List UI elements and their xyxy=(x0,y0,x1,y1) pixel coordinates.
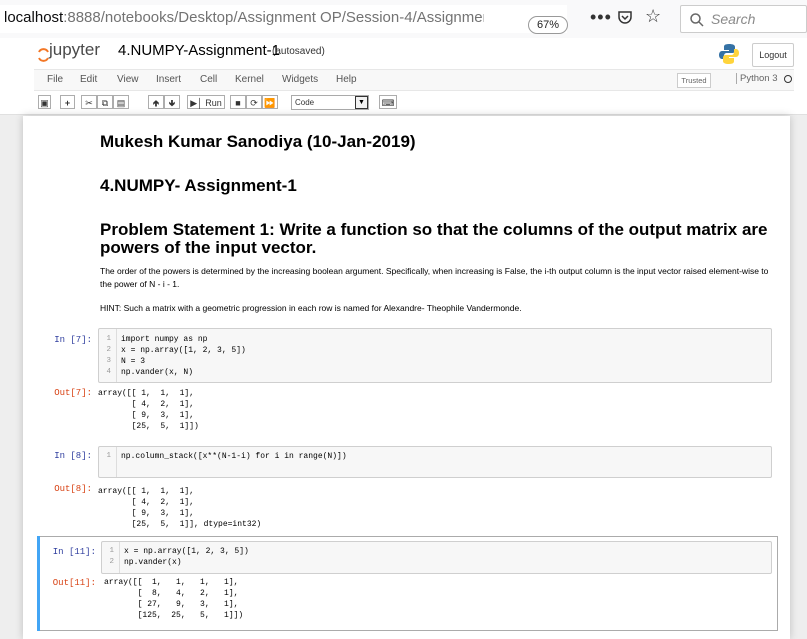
output-line: array([[ 1, 1, 1, 1], xyxy=(104,578,239,587)
interrupt-icon[interactable]: ■ xyxy=(230,95,246,109)
menu-widgets[interactable]: Widgets xyxy=(282,74,318,85)
cut-icon[interactable]: ✂ xyxy=(81,95,97,109)
address-bar[interactable]: localhost:8888/notebooks/Desktop/Assignm… xyxy=(0,5,568,34)
jupyter-logo-text[interactable]: jupyter xyxy=(49,40,100,60)
output-prompt: Out[7]: xyxy=(54,388,92,398)
output-line: array([[ 1, 1, 1], xyxy=(98,487,195,496)
kernel-status-icon xyxy=(784,75,792,83)
search-placeholder: Search xyxy=(711,11,756,27)
insert-cell-icon[interactable]: + xyxy=(60,95,75,109)
notebook-toolbar: ▣ + ✂ ⧉ ▤ 🢁 🢃 ▶│ Run ■ ⟳ ⏩ Code ▼ ⌨ xyxy=(34,93,794,113)
markdown-hint: HINT: Such a matrix with a geometric pro… xyxy=(100,303,522,313)
line-gutter xyxy=(119,542,120,573)
menu-kernel[interactable]: Kernel xyxy=(235,74,264,85)
output-line: array([[ 1, 1, 1], xyxy=(98,389,195,398)
line-gutter xyxy=(116,447,117,477)
menu-view[interactable]: View xyxy=(117,74,139,85)
jupyter-header: jupyter 4.NUMPY-Assignment-1 (autosaved)… xyxy=(0,38,807,115)
output-prompt: Out[11]: xyxy=(52,578,96,588)
python-logo-icon xyxy=(719,44,739,64)
code-line: np.column_stack([x**(N-1-i) for i in ran… xyxy=(121,452,347,461)
line-number: 1 xyxy=(106,335,111,343)
autosave-status: (autosaved) xyxy=(272,46,325,57)
zoom-indicator[interactable]: 67% xyxy=(528,16,568,34)
menu-edit[interactable]: Edit xyxy=(80,74,97,85)
menu-help[interactable]: Help xyxy=(336,74,357,85)
code-line: N = 3 xyxy=(121,357,146,366)
markdown-author-heading: Mukesh Kumar Sanodiya (10-Jan-2019) xyxy=(100,132,416,151)
output-line: [ 27, 9, 3, 1], xyxy=(104,600,239,609)
move-down-icon[interactable]: 🢃 xyxy=(164,95,180,109)
markdown-paragraph: The order of the powers is determined by… xyxy=(100,266,769,289)
paste-icon[interactable]: ▤ xyxy=(113,95,129,109)
line-number: 2 xyxy=(106,346,111,354)
line-number: 4 xyxy=(106,368,111,376)
output-line: [ 8, 4, 2, 1], xyxy=(104,589,239,598)
search-box[interactable]: Search xyxy=(680,5,807,33)
line-number: 1 xyxy=(109,547,114,555)
trusted-indicator[interactable]: Trusted xyxy=(677,73,711,88)
run-icon: ▶│ xyxy=(190,98,203,108)
restart-run-all-icon[interactable]: ⏩ xyxy=(262,95,278,109)
copy-icon[interactable]: ⧉ xyxy=(97,95,113,109)
input-prompt: In [8]: xyxy=(54,451,92,461)
input-prompt: In [7]: xyxy=(54,335,92,345)
line-number: 3 xyxy=(106,357,111,365)
output-line: [ 9, 3, 1], xyxy=(98,509,195,518)
line-gutter xyxy=(116,329,117,382)
run-button[interactable]: ▶│ Run xyxy=(187,95,225,109)
output-line: [25, 5, 1]], dtype=int32) xyxy=(98,520,262,529)
browser-toolbar: localhost:8888/notebooks/Desktop/Assignm… xyxy=(0,0,807,39)
input-prompt: In [11]: xyxy=(52,547,96,557)
output-prompt: Out[8]: xyxy=(54,484,92,494)
code-line: np.vander(x) xyxy=(124,558,182,567)
move-up-icon[interactable]: 🢁 xyxy=(148,95,164,109)
save-icon[interactable]: ▣ xyxy=(38,95,51,109)
selected-cell-indicator xyxy=(37,536,40,631)
output-line: [125, 25, 5, 1]]) xyxy=(104,611,244,620)
code-line: import numpy as np xyxy=(121,335,208,344)
keyboard-icon[interactable]: ⌨ xyxy=(379,95,397,109)
url-text[interactable]: localhost:8888/notebooks/Desktop/Assignm… xyxy=(4,9,484,26)
markdown-problem-heading: Problem Statement 1: Write a function so… xyxy=(100,220,768,257)
output-line: [ 4, 2, 1], xyxy=(98,498,195,507)
pocket-icon[interactable] xyxy=(618,10,632,24)
code-line: x = np.array([1, 2, 3, 5]) xyxy=(124,547,249,556)
menu-insert[interactable]: Insert xyxy=(156,74,181,85)
menu-file[interactable]: File xyxy=(47,74,63,85)
run-label: Run xyxy=(205,98,222,108)
notebook-name[interactable]: 4.NUMPY-Assignment-1 xyxy=(118,42,280,59)
line-number: 1 xyxy=(106,452,111,460)
markdown-assignment-heading: 4.NUMPY- Assignment-1 xyxy=(100,176,297,195)
code-input[interactable]: 1 2 3 4 import numpy as np x = np.array(… xyxy=(98,328,772,383)
url-host: localhost xyxy=(4,9,64,26)
output-line: [25, 5, 1]]) xyxy=(98,422,199,431)
code-line: x = np.array([1, 2, 3, 5]) xyxy=(121,346,246,355)
output-line: [ 9, 3, 1], xyxy=(98,411,195,420)
code-input[interactable]: 1 np.column_stack([x**(N-1-i) for i in r… xyxy=(98,446,772,478)
menu-bar: File Edit View Insert Cell Kernel Widget… xyxy=(34,69,794,91)
line-number: 2 xyxy=(109,558,114,566)
bookmark-star-icon[interactable]: ☆ xyxy=(645,6,661,27)
page-actions-icon[interactable]: ••• xyxy=(590,7,612,28)
code-input[interactable]: 1 2 x = np.array([1, 2, 3, 5]) np.vander… xyxy=(101,541,772,574)
chevron-down-icon[interactable]: ▼ xyxy=(355,96,368,109)
code-line: np.vander(x, N) xyxy=(121,368,194,377)
logout-button[interactable]: Logout xyxy=(752,43,794,67)
restart-icon[interactable]: ⟳ xyxy=(246,95,262,109)
output-line: [ 4, 2, 1], xyxy=(98,400,195,409)
kernel-name[interactable]: Python 3 xyxy=(736,73,778,84)
search-icon xyxy=(690,13,704,27)
menu-cell[interactable]: Cell xyxy=(200,74,217,85)
url-path: :8888/notebooks/Desktop/Assignment OP/Se… xyxy=(63,9,484,26)
